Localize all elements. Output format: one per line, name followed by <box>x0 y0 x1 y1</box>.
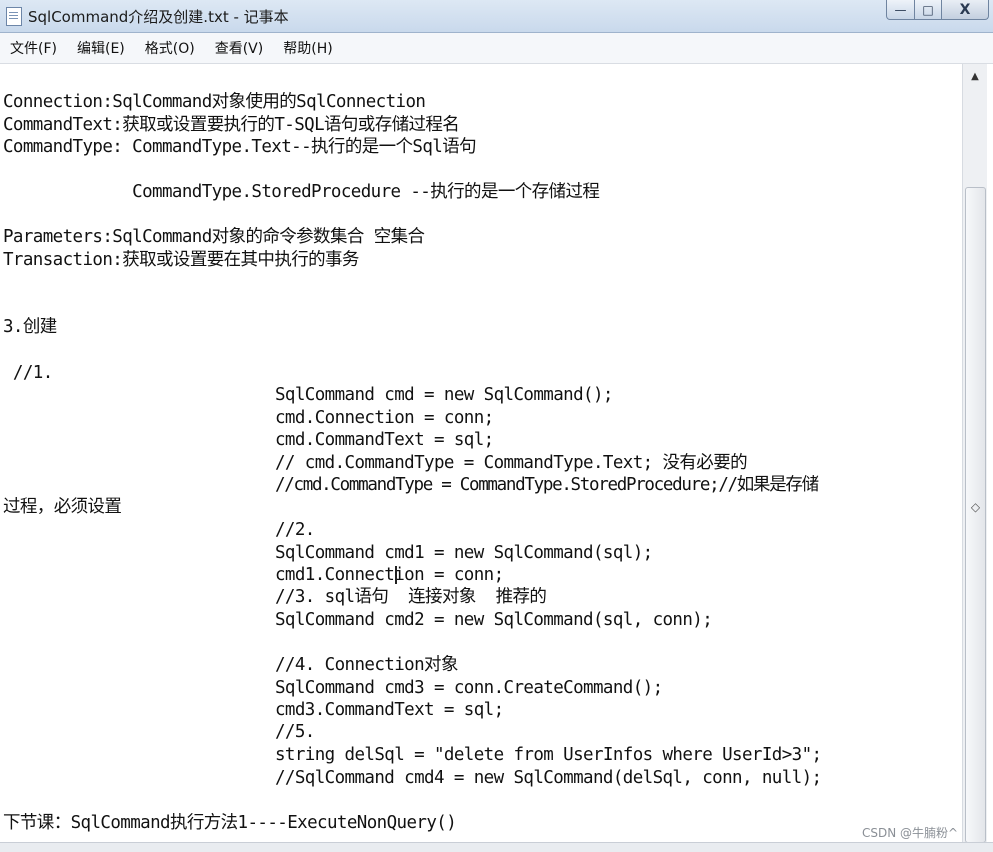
text-line: CommandText:获取或设置要执行的T-SQL语句或存储过程名 <box>3 115 460 135</box>
text-line: //4. Connection对象 <box>275 655 458 675</box>
text-line: string delSql = "delete from UserInfos w… <box>275 745 822 765</box>
text-line: //cmd.CommandType = CommandType.StoredPr… <box>275 475 819 495</box>
text-line: cmd3.CommandText = sql; <box>275 700 504 720</box>
text-line: Connection:SqlCommand对象使用的SqlConnection <box>3 92 426 112</box>
menu-file[interactable]: 文件(F) <box>0 38 67 58</box>
minimize-button[interactable]: — <box>886 0 915 20</box>
text-line: 下节课：SqlCommand执行方法1----ExecuteNonQuery() <box>3 813 457 833</box>
text-line: //3. sql语句 连接对象 推荐的 <box>275 587 547 607</box>
notepad-window: SqlCommand介绍及创建.txt - 记事本 — □ X 文件(F) 编辑… <box>0 0 993 852</box>
scroll-up-arrow-icon[interactable]: ▲ <box>963 66 987 86</box>
title-bar[interactable]: SqlCommand介绍及创建.txt - 记事本 — □ X <box>0 0 993 33</box>
text-line: cmd1.Connection = conn; <box>275 565 504 585</box>
menu-format[interactable]: 格式(O) <box>135 38 205 58</box>
vertical-scrollbar[interactable]: ▲ ◇ <box>962 64 987 843</box>
maximize-button[interactable]: □ <box>915 0 942 20</box>
text-line: 过程，必须设置 <box>3 497 122 517</box>
menu-edit[interactable]: 编辑(E) <box>67 38 135 58</box>
text-line: 3.创建 <box>3 317 57 337</box>
text-line: cmd.Connection = conn; <box>275 408 494 428</box>
window-controls: — □ X <box>886 0 989 20</box>
text-line: //2. <box>275 520 315 540</box>
text-line: SqlCommand cmd = new SqlCommand(); <box>275 385 613 405</box>
menu-help[interactable]: 帮助(H) <box>273 38 342 58</box>
text-line: Transaction:获取或设置要在其中执行的事务 <box>3 250 359 270</box>
text-line: Parameters:SqlCommand对象的命令参数集合 空集合 <box>3 227 425 247</box>
text-editor[interactable]: Connection:SqlCommand对象使用的SqlConnection … <box>0 64 960 842</box>
text-line: //5. <box>275 722 315 742</box>
notepad-icon <box>6 7 22 26</box>
text-caret <box>395 566 397 584</box>
menu-bar: 文件(F) 编辑(E) 格式(O) 查看(V) 帮助(H) <box>0 33 993 64</box>
text-line: CommandType.StoredProcedure --执行的是一个存储过程 <box>3 182 600 202</box>
text-line: // cmd.CommandType = CommandType.Text; 没… <box>275 453 748 473</box>
text-line: //SqlCommand cmd4 = new SqlCommand(delSq… <box>275 768 822 788</box>
scroll-grip-icon: ◇ <box>970 500 981 514</box>
close-button[interactable]: X <box>942 0 989 20</box>
menu-view[interactable]: 查看(V) <box>205 38 274 58</box>
text-line: SqlCommand cmd2 = new SqlCommand(sql, co… <box>275 610 713 630</box>
watermark-text: CSDN @牛腩粉^ <box>862 826 959 840</box>
text-line: cmd.CommandText = sql; <box>275 430 494 450</box>
text-line: SqlCommand cmd3 = conn.CreateCommand(); <box>275 678 663 698</box>
window-title: SqlCommand介绍及创建.txt - 记事本 <box>28 8 289 26</box>
text-line: SqlCommand cmd1 = new SqlCommand(sql); <box>275 543 653 563</box>
text-line: CommandType: CommandType.Text--执行的是一个Sql… <box>3 137 477 157</box>
scrollbar-thumb[interactable]: ◇ <box>965 187 986 843</box>
text-line: //1. <box>3 363 53 383</box>
